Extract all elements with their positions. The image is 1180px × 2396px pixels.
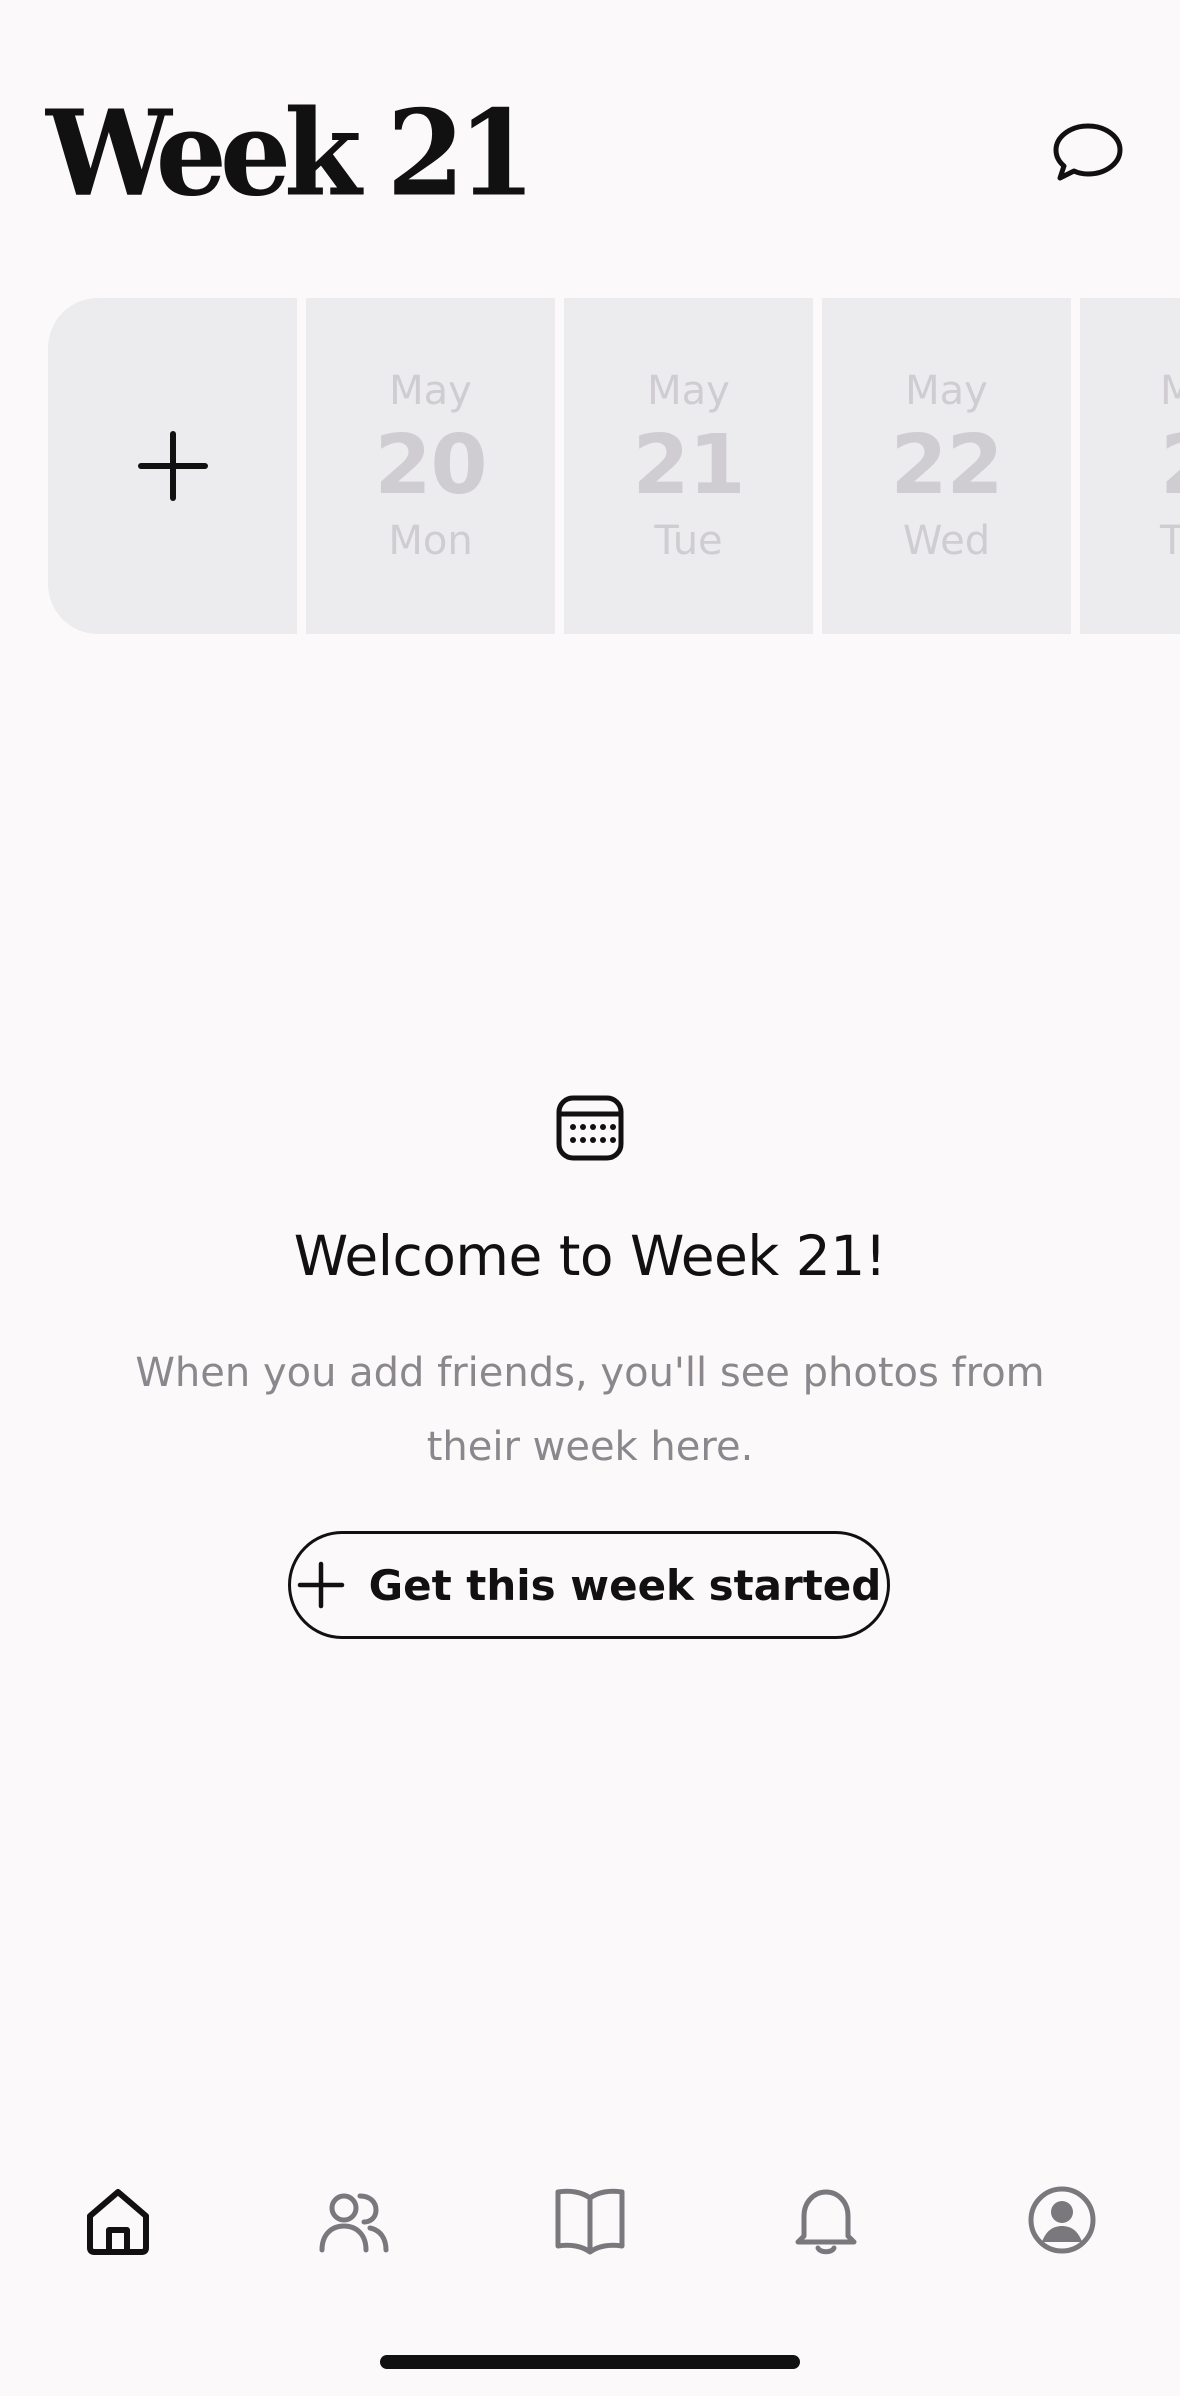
day-card-21[interactable]: May 21 Tue: [564, 298, 813, 634]
day-month: May: [389, 368, 472, 414]
day-number: 22: [890, 418, 1003, 513]
welcome-title: Welcome to Week 21!: [293, 1224, 887, 1288]
get-week-started-button[interactable]: Get this week started: [288, 1531, 890, 1639]
welcome-message: When you add friends, you'll see photos …: [135, 1350, 1045, 1470]
day-number: 2: [1160, 425, 1180, 507]
home-icon[interactable]: [78, 2180, 158, 2260]
get-week-started-label: Get this week started: [368, 1560, 882, 1610]
add-day-button[interactable]: [48, 298, 297, 634]
friends-icon[interactable]: [314, 2180, 394, 2260]
day-month: M: [1160, 368, 1180, 414]
plus-icon: [297, 1561, 344, 1609]
home-indicator: [380, 2355, 800, 2369]
page-title: Week 21: [46, 85, 536, 224]
profile-icon[interactable]: [1022, 2180, 1102, 2260]
day-month: May: [905, 368, 988, 414]
day-card-20[interactable]: May 20 Mon: [306, 298, 555, 634]
day-weekday: Mon: [388, 518, 473, 564]
app-screen: Week 21 May 20 Mon May 21 Tue May 22 Wed…: [0, 0, 1180, 2396]
day-month: May: [647, 368, 730, 414]
calendar-icon: [556, 1095, 624, 1161]
day-weekday: T: [1160, 518, 1180, 564]
book-icon[interactable]: [550, 2180, 630, 2260]
day-card-partial[interactable]: M 2 T: [1080, 298, 1180, 634]
bell-icon[interactable]: [786, 2180, 866, 2260]
day-number: 21: [632, 418, 745, 513]
chat-icon[interactable]: [1046, 112, 1130, 196]
plus-icon: [137, 431, 208, 501]
day-weekday: Tue: [654, 518, 723, 564]
day-card-22[interactable]: May 22 Wed: [822, 298, 1071, 634]
day-number: 20: [374, 418, 487, 513]
tab-bar: [0, 2180, 1180, 2280]
day-weekday: Wed: [902, 518, 991, 564]
day-strip: May 20 Mon May 21 Tue May 22 Wed M 2 T: [48, 298, 1180, 634]
